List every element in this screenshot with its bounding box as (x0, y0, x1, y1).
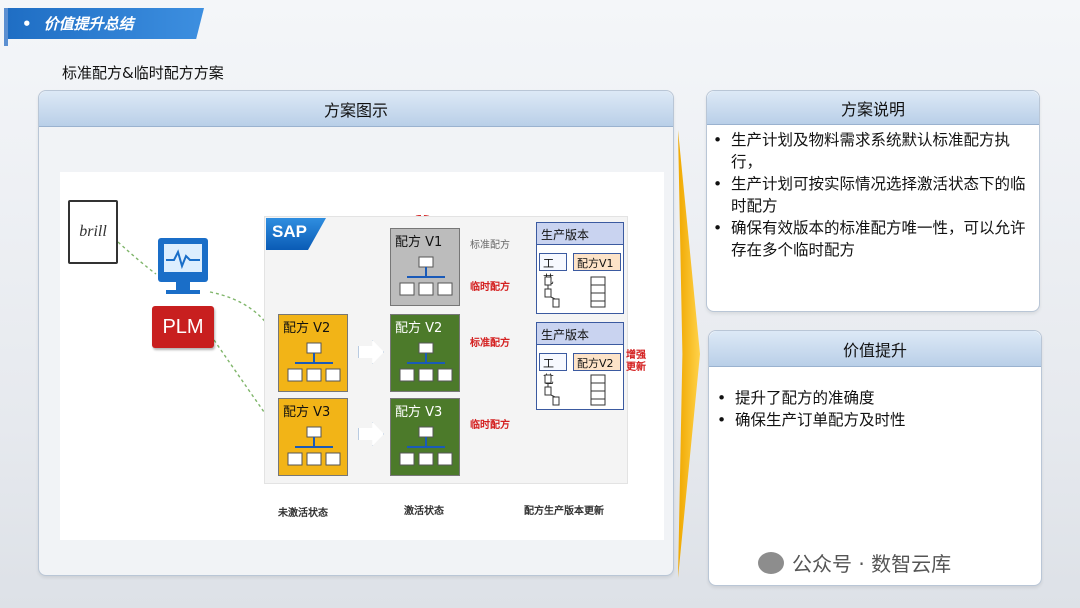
value-improvement-title: 价值提升 (709, 331, 1041, 367)
bom-tree-icon (399, 426, 453, 466)
recipe-cell-v1: 配方V1 (573, 253, 621, 271)
header-accent-bar (4, 8, 8, 46)
label-temp-recipe-1: 临时配方 (470, 282, 510, 293)
header-bullet: • (22, 14, 32, 33)
monitor-icon (158, 238, 208, 282)
value-item: 确保生产订单配方及时性 (713, 409, 1035, 431)
scheme-description-list: 生产计划及物料需求系统默认标准配方执行， 生产计划可按实际情况选择激活状态下的临… (709, 129, 1031, 261)
recipe-v2-active: 配方 V2 (390, 314, 460, 392)
section-title: 价值提升总结 (43, 15, 134, 33)
bom-tree-icon (287, 426, 341, 466)
recipe-v3-inactive-label: 配方 V3 (283, 405, 331, 420)
label-enhanced-update: 增强 更新 (626, 350, 646, 373)
watermark: 公众号 · 数智云库 (758, 548, 951, 577)
plm-box: PLM (152, 306, 214, 348)
production-version-2: 生产版本 工艺 配方V2 (536, 322, 624, 410)
recipe-v2-inactive-label: 配方 V2 (283, 321, 331, 336)
wechat-icon (758, 551, 784, 574)
state-version-update: 配方生产版本更新 (524, 506, 604, 517)
scheme-item: 生产计划可按实际情况选择激活状态下的临时配方 (709, 173, 1031, 217)
recipe-v3-active: 配方 V3 (390, 398, 460, 476)
state-active: 激活状态 (404, 506, 444, 517)
monitor-base (166, 290, 200, 294)
bom-tree-icon (287, 342, 341, 382)
recipe-v2-inactive: 配方 V2 (278, 314, 348, 392)
value-item: 提升了配方的准确度 (713, 387, 1035, 409)
value-improvement-list: 提升了配方的准确度 确保生产订单配方及时性 (713, 387, 1035, 431)
brill-logo: brill (68, 200, 118, 264)
label-standard-recipe-red: 标准配方 (470, 338, 510, 349)
bom-tree-icon (399, 342, 453, 382)
scheme-description-title: 方案说明 (707, 91, 1039, 125)
scheme-diagram-panel-title: 方案图示 (39, 91, 673, 127)
page-subtitle: 标准配方&临时配方方案 (62, 64, 224, 82)
routing-icon (544, 374, 606, 406)
label-standard-recipe-gray: 标准配方 (470, 240, 510, 251)
production-version-1: 生产版本 工艺 配方V1 (536, 222, 624, 314)
recipe-v1-active: 配方 V1 (390, 228, 460, 306)
label-temp-recipe-2: 临时配方 (470, 420, 510, 431)
production-version-2-title: 生产版本 (537, 323, 623, 345)
scheme-item: 确保有效版本的标准配方唯一性，可以允许存在多个临时配方 (709, 217, 1031, 261)
recipe-v1-label: 配方 V1 (395, 235, 443, 250)
craft-cell-1: 工艺 (539, 253, 567, 286)
production-version-1-title: 生产版本 (537, 223, 623, 245)
recipe-cell-v2: 配方V2 (573, 353, 621, 371)
recipe-v3-inactive: 配方 V3 (278, 398, 348, 476)
section-header: • 价值提升总结 (8, 8, 204, 39)
scheme-description-panel: 方案说明 生产计划及物料需求系统默认标准配方执行， 生产计划可按实际情况选择激活… (706, 90, 1040, 312)
diagram-canvas: brill PLM SAP 配方 V2 配方 V3 配方 V1 配方 V2 配方… (60, 172, 664, 540)
bom-tree-icon (399, 256, 453, 296)
watermark-text: 公众号 · 数智云库 (792, 552, 952, 576)
recipe-v2-active-label: 配方 V2 (395, 321, 443, 336)
routing-icon (544, 276, 606, 308)
scheme-item: 生产计划及物料需求系统默认标准配方执行， (709, 129, 1031, 173)
flow-chevron (678, 130, 700, 578)
state-inactive: 未激活状态 (278, 508, 328, 519)
craft-cell-2: 工艺 (539, 353, 567, 386)
recipe-v3-active-label: 配方 V3 (395, 405, 443, 420)
monitor-stand (176, 282, 190, 290)
